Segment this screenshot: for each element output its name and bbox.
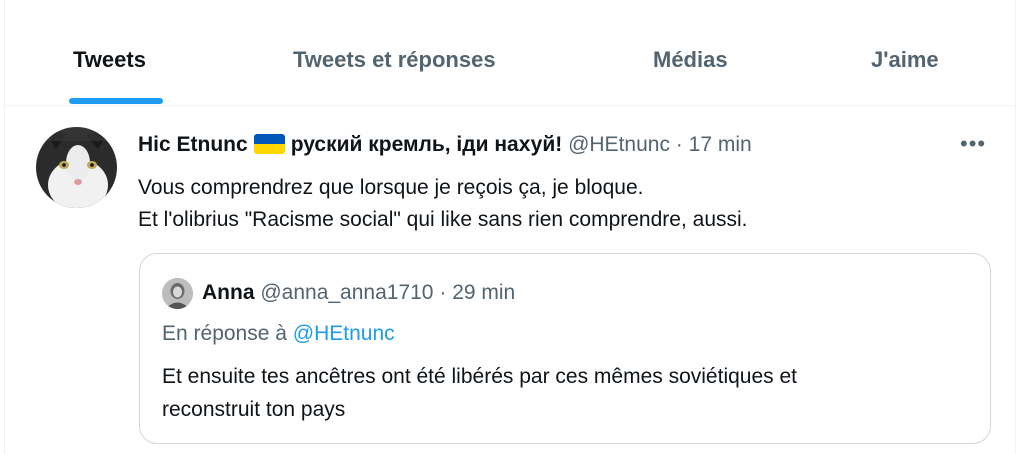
tweet-timestamp[interactable]: 17 min <box>689 133 752 156</box>
tweet-header: Hic Etnunc руский кремль, іди нахуй! @HEt… <box>138 131 752 159</box>
tweet-text-line: Vous comprendrez que lorsque je reçois ç… <box>138 176 644 199</box>
more-options-icon[interactable]: ••• <box>960 131 986 157</box>
profile-tabs: Tweets Tweets et réponses Médias J'aime <box>5 0 1015 106</box>
quoted-tweet[interactable]: Anna @anna_anna1710 · 29 min En réponse … <box>139 253 991 444</box>
separator-dot: · <box>439 281 447 304</box>
quoted-text-line: Et ensuite tes ancêtres ont été libérés … <box>162 365 797 388</box>
quoted-author-avatar <box>162 278 193 309</box>
author-avatar[interactable] <box>36 127 117 208</box>
reply-prefix: En réponse à <box>162 322 287 345</box>
quoted-author-name: Anna <box>202 281 255 304</box>
tab-likes[interactable]: J'aime <box>871 47 939 73</box>
quoted-author-handle: @anna_anna1710 <box>260 281 434 304</box>
tweet-text: Vous comprendrez que lorsque je reçois ç… <box>138 172 748 236</box>
tab-tweets-and-replies[interactable]: Tweets et réponses <box>293 47 496 73</box>
ukraine-flag-icon <box>253 134 285 154</box>
tab-tweets[interactable]: Tweets <box>73 47 146 73</box>
reply-mention[interactable]: @HEtnunc <box>293 322 395 345</box>
author-name[interactable]: Hic Etnunc <box>138 133 248 156</box>
author-name-suffix[interactable]: руский кремль, іди нахуй! <box>291 133 563 156</box>
separator-dot: · <box>675 133 683 156</box>
quoted-tweet-text: Et ensuite tes ancêtres ont été libérés … <box>162 360 962 426</box>
author-handle[interactable]: @HEtnunc <box>568 133 670 156</box>
profile-timeline: Tweets Tweets et réponses Médias J'aime … <box>4 0 1016 454</box>
tweet-text-line: Et l'olibrius "Racisme social" qui like … <box>138 208 748 231</box>
quoted-text-line: reconstruit ton pays <box>162 398 346 421</box>
active-tab-indicator <box>69 98 163 104</box>
tab-media[interactable]: Médias <box>653 47 728 73</box>
quoted-tweet-timestamp: 29 min <box>452 281 516 304</box>
reply-context: En réponse à @HEtnunc <box>162 320 395 348</box>
quoted-tweet-header: Anna @anna_anna1710 · 29 min <box>202 279 515 307</box>
